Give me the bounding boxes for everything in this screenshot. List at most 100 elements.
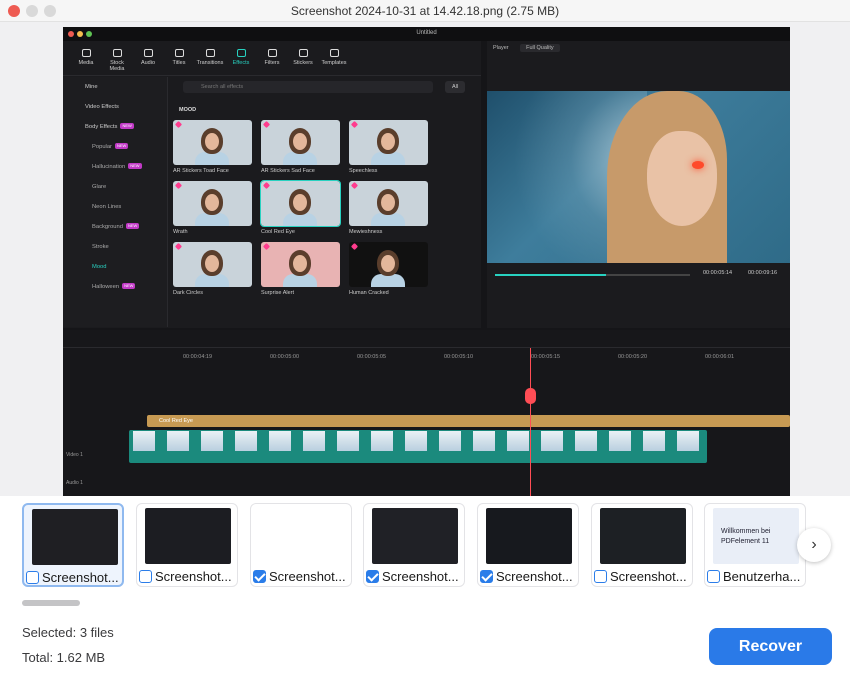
clip-frame [609,431,631,451]
effect-thumbnail[interactable] [261,242,340,287]
red-eye-glow [692,161,704,169]
toolbar-item-effects[interactable]: Effects [226,49,256,66]
new-badge: NEW [114,143,129,150]
thumbnail-checkbox[interactable] [253,569,266,583]
app-title: Untitled [416,30,437,36]
thumbnail-checkbox[interactable] [707,569,720,583]
effects-filter: All [445,81,465,93]
effect-thumbnail[interactable] [173,120,252,165]
effect-thumbnail[interactable] [261,120,340,165]
premium-icon [262,181,271,190]
pdf-welcome-text: Willkommen bei [721,528,771,535]
thumbnail-checkbox[interactable] [139,569,152,583]
thumbnail-card[interactable]: Screenshot... [136,503,238,587]
sidebar-item-body-effects[interactable]: Body Effects NEW [63,119,163,135]
recover-button[interactable]: Recover [709,628,832,665]
thumbnail-card[interactable]: Screenshot... [591,503,693,587]
person-face [205,194,219,211]
video-face [647,131,717,226]
ruler-tick-label: 00:00:05:15 [531,354,561,360]
clip-frame [643,431,665,451]
next-thumbnails-button[interactable]: › [797,528,831,562]
sidebar-item-stroke[interactable]: Stroke [63,239,163,255]
sidebar-item-label: Halloween [92,284,120,290]
effects-sidebar: Mine Video Effects Body Effects NEW Popular N… [63,77,168,327]
person-face [205,133,219,150]
sidebar-item-hallucination[interactable]: Hallucination NEW [63,159,163,175]
effect-label: Cool Red Eye [261,229,295,235]
sidebar-item-mood[interactable]: Mood [63,259,163,275]
thumbnail-image: Willkommen bei PDFelement 11 [713,508,799,564]
effect-thumbnail[interactable] [260,180,341,227]
thumbnail-checkbox[interactable] [480,569,493,583]
toolbar-item-stock-media[interactable]: Stock Media [102,49,132,72]
pdf-title-text: PDFelement 11 [721,538,770,545]
effect-label: Surprise Alert [261,290,295,296]
horizontal-scrollbar[interactable] [22,600,80,606]
effect-thumbnail[interactable] [349,181,428,226]
video-track-label: Video 1 [66,452,83,458]
person-face [293,255,307,272]
video-track-clip [129,430,707,463]
sidebar-item-label: Mine [85,84,98,90]
thumbnail-name: Screenshot... [610,568,687,584]
new-badge: NEW [125,223,140,230]
thumbnail-card[interactable]: Screenshot... [22,503,124,587]
thumbnail-row: Screenshot... [366,568,464,584]
thumbnail-name: Screenshot... [42,569,119,585]
thumbnail-checkbox[interactable] [594,569,607,583]
sidebar-item-mine[interactable]: Mine [63,79,163,95]
thumbnail-name: Benutzerha... [723,568,801,584]
transitions-icon [205,49,215,57]
sidebar-item-neon-lines[interactable]: Neon Lines [63,199,163,215]
effect-thumbnail[interactable] [173,181,252,226]
thumbnail-name: Screenshot... [382,568,459,584]
effect-track-clip: Cool Red Eye [147,415,790,427]
preview-image: Untitled Media Stock Media Audio Titles Tran… [63,27,790,496]
toolbar-item-templates[interactable]: Templates [319,49,349,66]
sidebar-item-video-effects[interactable]: Video Effects [63,99,163,115]
sidebar-item-label: Mood [92,264,107,270]
effect-thumbnail[interactable] [173,242,252,287]
toolbar-item-label: Templates [321,60,347,66]
sidebar-item-halloween[interactable]: Halloween NEW [63,279,163,295]
sidebar-item-background[interactable]: Background NEW [63,219,163,235]
ruler-tick-label: 00:00:05:00 [270,354,300,360]
effect-label: Wrath [173,229,188,235]
person-face [381,194,395,211]
toolbar-item-audio[interactable]: Audio [133,49,163,66]
toolbar-item-filters[interactable]: Filters [257,49,287,66]
thumbnail-row: Screenshot... [139,568,237,584]
person-face [205,255,219,272]
ruler-tick-label: 00:00:05:10 [444,354,474,360]
sidebar-item-label: Popular [92,144,112,150]
sidebar-item-popular[interactable]: Popular NEW [63,139,163,155]
playhead [530,348,531,496]
effect-label: Mewieshness [349,229,383,235]
toolbar-item-titles[interactable]: Titles [164,49,194,66]
sidebar-item-label: Body Effects [85,124,118,130]
thumbnail-card[interactable]: Willkommen bei PDFelement 11 Benutzerha... [704,503,806,587]
toolbar-item-label: Media [78,60,94,66]
clip-frame [133,431,155,451]
thumbnail-checkbox[interactable] [366,569,379,583]
effects-icon [236,49,246,57]
thumbnail-card[interactable]: Screenshot... [477,503,579,587]
player-progress [495,274,690,276]
person-face [381,133,395,150]
toolbar-item-transitions[interactable]: Transitions [195,49,225,66]
thumbnail-card[interactable]: Screenshot... [250,503,352,587]
effect-thumbnail[interactable] [349,242,428,287]
thumbnail-checkbox[interactable] [26,570,39,584]
toolbar-item-stickers[interactable]: Stickers [288,49,318,66]
premium-icon [350,242,359,251]
thumbnail-image [600,508,686,564]
thumbnail-image [259,508,345,564]
toolbar-item-media[interactable]: Media [71,49,101,66]
thumbnail-card[interactable]: Screenshot... [363,503,465,587]
toolbar-item-label: Stock Media [109,60,125,72]
thumbnail-image [32,509,118,565]
sidebar-item-glare[interactable]: Glare [63,179,163,195]
effect-thumbnail[interactable] [349,120,428,165]
ruler-tick-label: 00:00:06:01 [705,354,735,360]
